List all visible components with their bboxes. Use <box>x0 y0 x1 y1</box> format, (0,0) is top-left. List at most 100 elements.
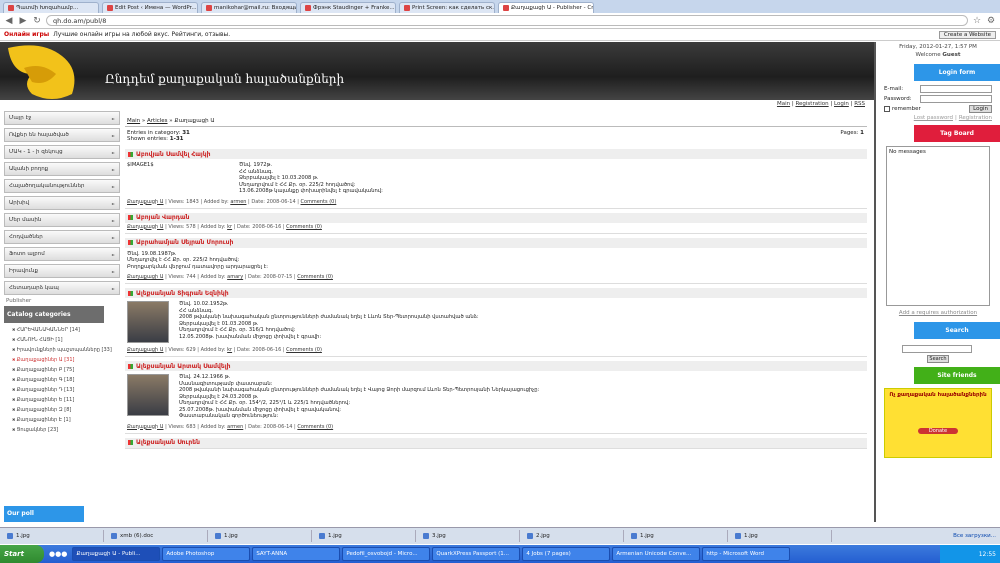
category-item[interactable]: ✖ Քաղաքացիներ Բ [75] <box>4 365 120 375</box>
meta-author-link[interactable]: amary <box>227 274 243 280</box>
lost-password-link[interactable]: Lost password <box>914 115 953 121</box>
promo-text[interactable]: Лучшие онлайн игры на любой вкус. Рейтин… <box>53 31 230 38</box>
browser-tab[interactable]: Edit Post ‹ Имена — WordPr... <box>102 2 198 13</box>
top-link[interactable]: Main <box>777 101 790 107</box>
entry-title[interactable]: Ալեքսանյան Սուրեն <box>136 439 200 446</box>
meta-author-link[interactable]: kr <box>227 347 232 353</box>
category-item[interactable]: ✖ ՀԱՆՈՒՆ ՀԱՑԻ [1] <box>4 335 120 345</box>
start-button[interactable]: Start <box>0 545 44 563</box>
taskbar-item[interactable]: Pedofil_osvobojd - Micro... <box>342 547 431 561</box>
meta-author-link[interactable]: armen <box>230 199 246 205</box>
taskbar-item[interactable]: QuarkXPress Passport (1... <box>432 547 521 561</box>
menu-item[interactable]: Արխիվ <box>4 196 120 210</box>
taskbar-item[interactable]: Adobe Photoshop <box>162 547 251 561</box>
forward-icon[interactable]: ▶ <box>18 16 28 26</box>
top-link[interactable]: RSS <box>854 101 865 107</box>
menu-item[interactable]: Ֆոտո ալբոմ <box>4 247 120 261</box>
meta-author-link[interactable]: armen <box>227 424 243 430</box>
back-icon[interactable]: ◀ <box>4 16 14 26</box>
auth-link[interactable]: Add a requires authorization <box>876 308 1000 318</box>
menu-item[interactable]: ՄԱԿ - 1 - ի զեկույց <box>4 145 120 159</box>
search-button[interactable]: Search <box>927 355 949 363</box>
category-label: Քաղաքացիներ Զ [8] <box>16 407 72 413</box>
page-number[interactable]: 1 <box>860 130 864 136</box>
category-item[interactable]: ✖ Քաղաքացիներ Ա [31] <box>4 355 120 365</box>
download-item[interactable]: 1.jpg <box>316 530 416 542</box>
entry-title[interactable]: Ալեքսանյան Տիգրան Եզնիկի <box>136 290 229 297</box>
reload-icon[interactable]: ↻ <box>32 16 42 26</box>
star-icon[interactable]: ☆ <box>972 16 982 26</box>
meta-category-link[interactable]: Քաղաքացի Ա <box>127 199 164 205</box>
download-item[interactable]: 1.jpg <box>212 530 312 542</box>
top-link[interactable]: Login <box>834 101 849 107</box>
date-text: Friday, 2012-01-27, 1:57 PM <box>899 44 977 50</box>
menu-item[interactable]: Հոդվածներ <box>4 230 120 244</box>
taskbar-item[interactable]: 4 Jobs (7 pages) <box>522 547 611 561</box>
password-field[interactable] <box>920 95 992 103</box>
breadcrumb-item[interactable]: Articles <box>147 118 168 124</box>
category-item[interactable]: ✖ Քաղաքացիներ Զ [8] <box>4 405 120 415</box>
breadcrumb: Main » Articles » Քաղաքացի Ա <box>125 116 867 127</box>
url-input[interactable]: qh.do.am/publ/8 <box>46 15 968 26</box>
download-item[interactable]: 3.jpg <box>420 530 520 542</box>
meta-author-link[interactable]: kr <box>227 224 232 230</box>
create-website-button[interactable]: Create a Website <box>938 30 996 39</box>
meta-category-link[interactable]: Քաղաքացի Ա <box>127 224 164 230</box>
category-item[interactable]: ✖ ՀԱՐԵՎԱՆԱԿԱՆՆԵՐ [14] <box>4 325 120 335</box>
download-item[interactable]: 2.jpg <box>524 530 624 542</box>
menu-item[interactable]: Ականի բողոք <box>4 162 120 176</box>
taskbar-item[interactable]: http - Microsoft Word <box>702 547 791 561</box>
browser-tab[interactable]: Պատմի Խոզահամբ... <box>3 2 99 13</box>
meta-category-link[interactable]: Քաղաքացի Ա <box>127 424 164 430</box>
category-item[interactable]: ✖ Իրավունքների պաշտպանները [33] <box>4 345 120 355</box>
category-item[interactable]: ✖ Քաղաքացիներ Գ [18] <box>4 375 120 385</box>
registration-link[interactable]: Registration <box>959 115 992 121</box>
all-downloads-link[interactable]: Все загрузки... <box>953 533 996 539</box>
entry-title[interactable]: Ալեքսանյան Արտակ Սամվելի <box>136 363 230 370</box>
menu-item[interactable]: Հալածողականություններ <box>4 179 120 193</box>
download-item[interactable]: 1.jpg <box>732 530 832 542</box>
meta-comments-link[interactable]: Comments (0) <box>286 224 322 230</box>
download-item[interactable]: xmb (6).doc <box>108 530 208 542</box>
donate-button[interactable]: Donate <box>918 428 958 434</box>
entry-title[interactable]: Աբրահամյան Սեյրան Մորուսի <box>136 239 233 246</box>
category-item[interactable]: ✖ Ցուցակներ [23] <box>4 425 120 435</box>
quicklaunch-icon[interactable]: ●●● <box>49 550 67 558</box>
welcome-text: Welcome Guest <box>876 52 1000 60</box>
browser-tab[interactable]: Քաղաքացի Ա - Publisher - Cr... <box>498 2 594 13</box>
meta-comments-link[interactable]: Comments (0) <box>297 274 333 280</box>
top-link[interactable]: Registration <box>795 101 828 107</box>
taskbar-item[interactable]: Armenian Unicode Conve... <box>612 547 701 561</box>
meta-comments-link[interactable]: Comments (0) <box>301 199 337 205</box>
entry-title[interactable]: Աբոյան Վարդան <box>136 214 190 221</box>
browser-tab[interactable]: Print Screen: как сделать ск... <box>399 2 495 13</box>
taskbar-item[interactable]: Քաղաքացի Ա - Publi... <box>72 547 161 561</box>
category-item[interactable]: ✖ Քաղաքացիներ Է [1] <box>4 415 120 425</box>
download-item[interactable]: 1.jpg <box>628 530 728 542</box>
meta-comments-link[interactable]: Comments (0) <box>297 424 333 430</box>
browser-tab[interactable]: manikohar@mail.ru: Входящи... <box>201 2 297 13</box>
login-button[interactable]: Login <box>969 105 992 113</box>
menu-item[interactable]: Ովքեր են հալածված <box>4 128 120 142</box>
meta-category-link[interactable]: Քաղաքացի Ա <box>127 274 164 280</box>
menu-item[interactable]: Մեր մասին <box>4 213 120 227</box>
email-field[interactable] <box>920 85 992 93</box>
download-item[interactable]: 1.jpg <box>4 530 104 542</box>
category-item[interactable]: ✖ Քաղաքացիներ Ե [11] <box>4 395 120 405</box>
menu-item[interactable]: Մայր էջ <box>4 111 120 125</box>
games-link[interactable]: Онлайн игры <box>4 31 49 38</box>
category-item[interactable]: ✖ Քաղաքացիներ Դ [13] <box>4 385 120 395</box>
taskbar-item[interactable]: SAYT-ANNA <box>252 547 341 561</box>
entry-header: Ալեքսանյան Սուրեն <box>125 437 867 448</box>
wrench-icon[interactable]: ⚙ <box>986 16 996 26</box>
meta-category-link[interactable]: Քաղաքացի Ա <box>127 347 164 353</box>
breadcrumb-item[interactable]: Main <box>127 118 140 124</box>
friend-banner[interactable]: Ոչ քաղաքական հալածանքներին Donate <box>884 388 992 458</box>
meta-comments-link[interactable]: Comments (0) <box>286 347 322 353</box>
menu-item[interactable]: Հետադարձ կապ <box>4 281 120 295</box>
search-input[interactable] <box>902 345 972 353</box>
remember-checkbox[interactable] <box>884 106 890 112</box>
browser-tab[interactable]: Фрэнк Staudinger + Franke... <box>300 2 396 13</box>
menu-item[interactable]: Իրավունք <box>4 264 120 278</box>
entry-title[interactable]: Աբովյան Սամվել Հայկի <box>136 151 211 158</box>
